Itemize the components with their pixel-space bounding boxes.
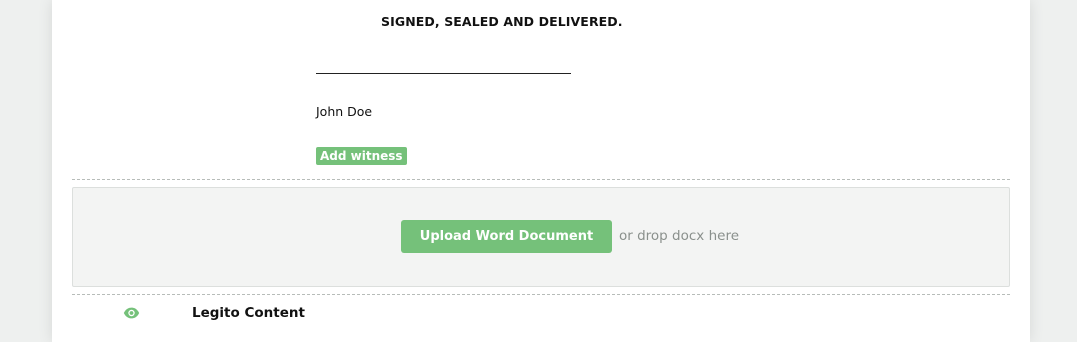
section-divider: [72, 294, 1010, 295]
signer-name: John Doe: [316, 104, 373, 119]
section-divider: [72, 179, 1010, 180]
add-witness-button[interactable]: Add witness: [316, 147, 407, 165]
document-page: SIGNED, SEALED AND DELIVERED. John Doe A…: [52, 0, 1030, 342]
eye-icon[interactable]: [123, 307, 140, 319]
signature-line: [316, 73, 571, 74]
section-title: Legito Content: [192, 305, 305, 321]
signature-heading: SIGNED, SEALED AND DELIVERED.: [381, 14, 623, 29]
drop-hint-text: or drop docx here: [619, 228, 739, 244]
upload-dropzone[interactable]: Upload Word Document or drop docx here: [72, 187, 1010, 287]
upload-word-document-button[interactable]: Upload Word Document: [401, 220, 612, 253]
